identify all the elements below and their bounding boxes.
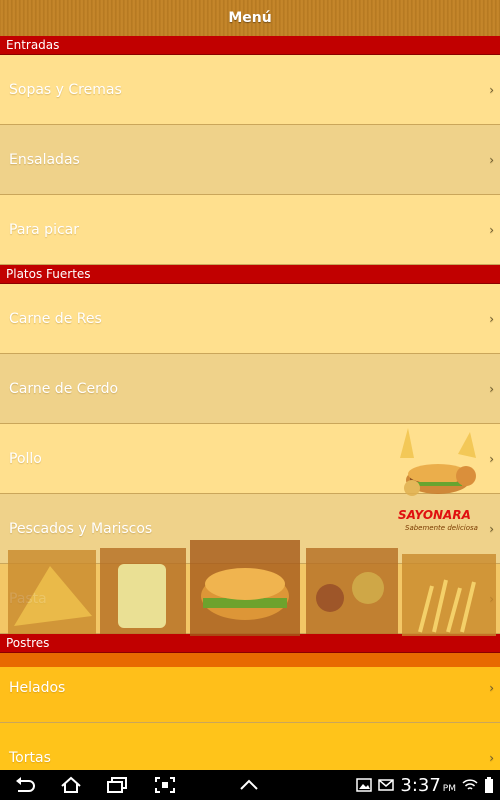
chevron-right-icon: ›: [489, 311, 494, 326]
chevron-right-icon: ›: [489, 591, 494, 606]
system-nav-bar: 3:37 PM: [0, 770, 500, 800]
clock: 3:37 PM: [400, 774, 456, 796]
menu-item-helados[interactable]: Helados ›: [0, 653, 500, 723]
menu-item-carne-de-res[interactable]: Carne de Res ›: [0, 284, 500, 354]
menu-item-ensaladas[interactable]: Ensaladas ›: [0, 125, 500, 195]
menu-item-label: Para picar: [9, 222, 79, 238]
status-area: 3:37 PM: [356, 774, 494, 796]
home-icon[interactable]: [60, 776, 82, 794]
chevron-right-icon: ›: [489, 82, 494, 97]
menu-item-sopas-y-cremas[interactable]: Sopas y Cremas ›: [0, 55, 500, 125]
menu-item-label: Ensaladas: [9, 152, 80, 168]
menu-item-label: Pasta: [9, 591, 47, 607]
chevron-right-icon: ›: [489, 152, 494, 167]
chevron-up-icon[interactable]: [238, 776, 260, 794]
menu-item-label: Pescados y Mariscos: [9, 521, 153, 537]
page-title: Menú: [228, 10, 272, 26]
menu-item-pollo[interactable]: Pollo ›: [0, 424, 500, 494]
chevron-right-icon: ›: [489, 451, 494, 466]
menu-item-para-picar[interactable]: Para picar ›: [0, 195, 500, 265]
app-title-bar: Menú: [0, 0, 500, 36]
section-header-postres: Postres: [0, 634, 500, 653]
menu-item-carne-de-cerdo[interactable]: Carne de Cerdo ›: [0, 354, 500, 424]
chevron-right-icon: ›: [489, 750, 494, 765]
menu-item-label: Carne de Cerdo: [9, 381, 119, 397]
gallery-icon: [356, 778, 373, 792]
chevron-right-icon: ›: [489, 222, 494, 237]
menu-list[interactable]: Entradas Sopas y Cremas › Ensaladas › Pa…: [0, 36, 500, 770]
menu-item-tortas[interactable]: Tortas ›: [0, 723, 500, 770]
menu-item-label: Carne de Res: [9, 311, 102, 327]
brand-logo: SAYONARA: [398, 508, 471, 522]
wifi-icon: [462, 779, 478, 790]
back-icon[interactable]: [14, 776, 36, 794]
recent-apps-icon[interactable]: [106, 776, 128, 794]
menu-item-label: Pollo: [9, 451, 42, 467]
menu-item-label: Helados: [9, 680, 66, 696]
menu-item-pasta[interactable]: Pasta ›: [0, 564, 500, 634]
menu-item-label: Sopas y Cremas: [9, 82, 122, 98]
section-header-platos-fuertes: Platos Fuertes: [0, 265, 500, 284]
battery-icon: [485, 777, 493, 793]
brand-tagline: Sabemente deliciosa: [405, 524, 478, 532]
chevron-right-icon: ›: [489, 521, 494, 536]
menu-item-label: Tortas: [9, 750, 51, 766]
section-header-entradas: Entradas: [0, 36, 500, 55]
chevron-right-icon: ›: [489, 680, 494, 695]
chevron-right-icon: ›: [489, 381, 494, 396]
mail-icon: [378, 779, 395, 791]
screenshot-icon[interactable]: [154, 776, 176, 794]
